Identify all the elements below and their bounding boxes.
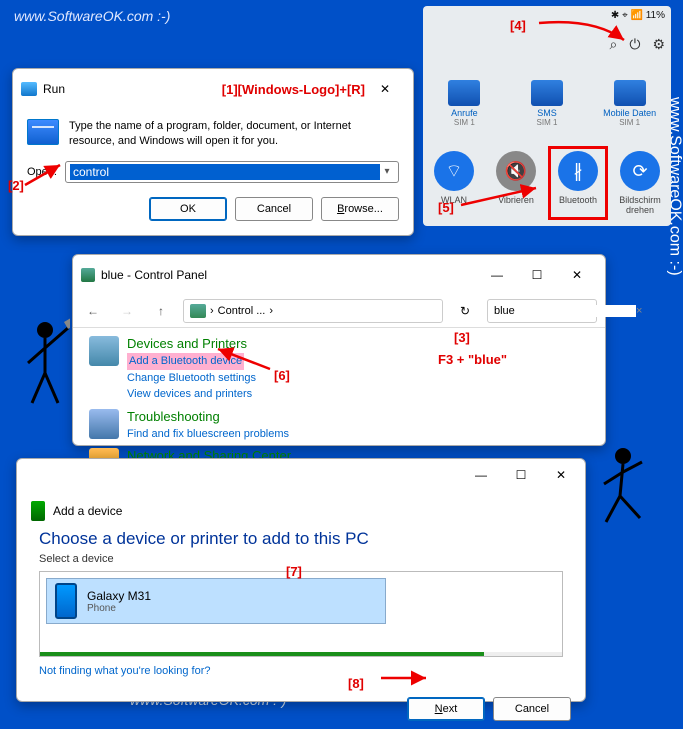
open-combobox[interactable]: ▾ <box>65 161 399 183</box>
gear-icon[interactable]: ⚙ <box>652 36 665 53</box>
device-name: Galaxy M31 <box>87 589 151 603</box>
category-troubleshoot[interactable]: Troubleshooting <box>127 409 289 424</box>
stickman-run <box>598 444 648 534</box>
back-icon[interactable]: ← <box>81 299 105 323</box>
sim-data[interactable]: Mobile DatenSIM 1 <box>595 80 665 127</box>
link-bluescreen[interactable]: Find and fix bluescreen problems <box>127 426 289 443</box>
link-view-devices[interactable]: View devices and printers <box>127 386 256 403</box>
run-app-icon <box>27 119 59 145</box>
power-icon[interactable]: ⏻ <box>629 36 640 53</box>
add-titlebar: — ☐ ✕ <box>17 459 585 491</box>
search-input[interactable] <box>494 305 636 317</box>
qs-wifi[interactable]: ⌔WLAN <box>429 151 479 215</box>
run-dialog: Run [1][Windows-Logo]+[R] ✕ Type the nam… <box>12 68 414 236</box>
sim-calls[interactable]: AnrufeSIM 1 <box>429 80 499 127</box>
ctrl-icon <box>81 268 95 282</box>
add-heading: Choose a device or printer to add to thi… <box>39 529 563 549</box>
run-icon-small <box>21 82 37 96</box>
cancel-button[interactable]: Cancel <box>235 197 313 221</box>
link-bt-settings[interactable]: Change Bluetooth settings <box>127 370 256 387</box>
ctrl-search[interactable]: × <box>487 299 597 323</box>
qs-vibrate[interactable]: 🔇Vibrieren <box>491 151 541 215</box>
stickman-hammer <box>20 318 70 408</box>
breadcrumb-sep: › <box>269 305 273 317</box>
open-input[interactable] <box>70 164 380 180</box>
qs-bluetooth[interactable]: ∦Bluetooth <box>553 151 603 215</box>
add-window-title: Add a device <box>53 504 122 518</box>
up-icon[interactable]: ↑ <box>149 299 173 323</box>
run-titlebar: Run [1][Windows-Logo]+[R] ✕ <box>13 69 413 109</box>
sim-sms[interactable]: SMSSIM 1 <box>512 80 582 127</box>
run-description: Type the name of a program, folder, docu… <box>69 119 399 149</box>
device-type: Phone <box>87 603 151 614</box>
refresh-icon[interactable]: ↻ <box>453 304 477 318</box>
devices-icon <box>89 336 119 366</box>
maximize-icon[interactable]: ☐ <box>501 461 541 489</box>
chevron-down-icon[interactable]: ▾ <box>380 166 394 177</box>
ctrl-toolbar: ← → ↑ › Control ... › ↻ × <box>73 295 605 328</box>
link-add-bluetooth[interactable]: Add a Bluetooth device <box>127 353 244 370</box>
search-icon[interactable]: ⌕ <box>610 36 618 53</box>
device-list: Galaxy M31 Phone <box>39 571 563 657</box>
phone-quick-tiles: ⌔WLAN 🔇Vibrieren ∦Bluetooth ⟳Bildschirm … <box>423 151 671 215</box>
troubleshoot-icon <box>89 409 119 439</box>
minimize-icon[interactable]: — <box>477 261 517 289</box>
open-label: Open: <box>27 166 57 178</box>
device-item[interactable]: Galaxy M31 Phone <box>46 578 386 624</box>
forward-icon[interactable]: → <box>115 299 139 323</box>
annotation-1: [1][Windows-Logo]+[R] <box>222 82 365 97</box>
add-subheading: Select a device <box>39 553 563 565</box>
control-panel-window: blue - Control Panel — ☐ ✕ ← → ↑ › Contr… <box>72 254 606 446</box>
next-button[interactable]: Next <box>407 697 485 721</box>
ctrl-titlebar: blue - Control Panel — ☐ ✕ <box>73 255 605 295</box>
phone-status-bar: ✱ ⌖ 📶 11% <box>611 10 665 21</box>
ctrl-title: blue - Control Panel <box>101 268 477 282</box>
phone-icon <box>55 583 77 619</box>
add-device-window: — ☐ ✕ Add a device Choose a device or pr… <box>16 458 586 702</box>
maximize-icon[interactable]: ☐ <box>517 261 557 289</box>
breadcrumb-sep: › <box>210 305 214 317</box>
phone-sim-row: AnrufeSIM 1 SMSSIM 1 Mobile DatenSIM 1 <box>423 80 671 127</box>
watermark-top: www.SoftwareOK.com :-) <box>14 8 170 24</box>
folder-icon <box>190 304 206 318</box>
browse-button[interactable]: BBrowse...rowse... <box>321 197 399 221</box>
cancel-button[interactable]: Cancel <box>493 697 571 721</box>
progress-bar <box>40 652 562 656</box>
add-device-icon <box>31 501 45 521</box>
minimize-icon[interactable]: — <box>461 461 501 489</box>
address-bar[interactable]: › Control ... › <box>183 299 443 323</box>
close-icon[interactable]: ✕ <box>557 261 597 289</box>
close-icon[interactable]: ✕ <box>365 75 405 103</box>
category-devices[interactable]: Devices and Printers <box>127 336 256 351</box>
clear-icon[interactable]: × <box>636 305 642 317</box>
phone-quick-settings: ✱ ⌖ 📶 11% ⌕ ⏻ ⚙ AnrufeSIM 1 SMSSIM 1 Mob… <box>423 6 671 226</box>
help-link[interactable]: Not finding what you're looking for? <box>39 665 210 677</box>
run-title: Run <box>43 82 202 96</box>
qs-rotate[interactable]: ⟳Bildschirm drehen <box>615 151 665 215</box>
breadcrumb[interactable]: Control ... <box>218 305 266 317</box>
ok-button[interactable]: OK <box>149 197 227 221</box>
close-icon[interactable]: ✕ <box>541 461 581 489</box>
